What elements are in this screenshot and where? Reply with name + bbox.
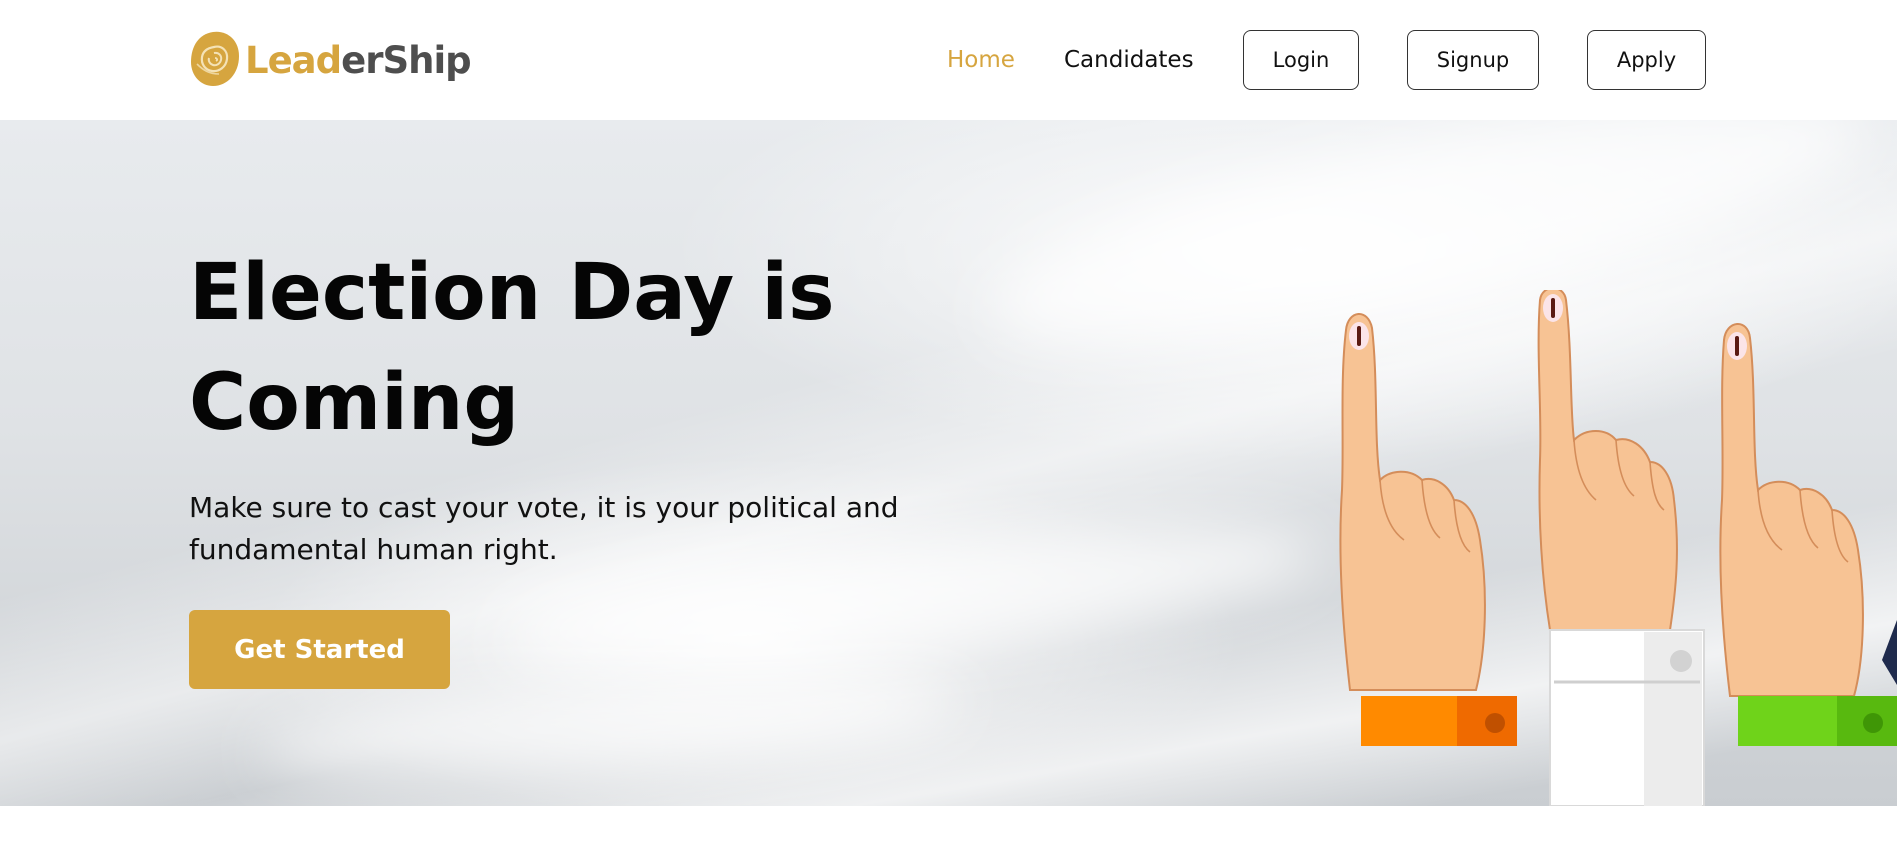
apply-button[interactable]: Apply [1587,30,1706,90]
brand-wordmark: LeaderShip [245,38,472,82]
hero-subtitle: Make sure to cast your vote, it is your … [189,491,899,566]
right-voting-hand [1719,323,1897,746]
nav-candidates[interactable]: Candidates [1064,30,1194,90]
hero-title: Election Day is Coming [189,248,835,448]
brand-logo[interactable]: LeaderShip [189,30,472,88]
hero-section: Election Day is Coming Make sure to cast… [0,120,1897,806]
brand-wordmark-lead: Lead [245,38,342,82]
get-started-button[interactable]: Get Started [189,610,450,689]
site-header: LeaderShip Home Candidates Login Signup … [0,0,1897,120]
left-voting-hand [1339,313,1517,746]
brand-wordmark-ship: erShip [341,38,471,82]
middle-voting-hand [1537,290,1705,806]
voting-hands-illustration [1339,290,1897,806]
nav-home[interactable]: Home [947,30,1015,90]
signup-button[interactable]: Signup [1407,30,1539,90]
rose-logo-icon [191,31,239,86]
login-button[interactable]: Login [1243,30,1359,90]
